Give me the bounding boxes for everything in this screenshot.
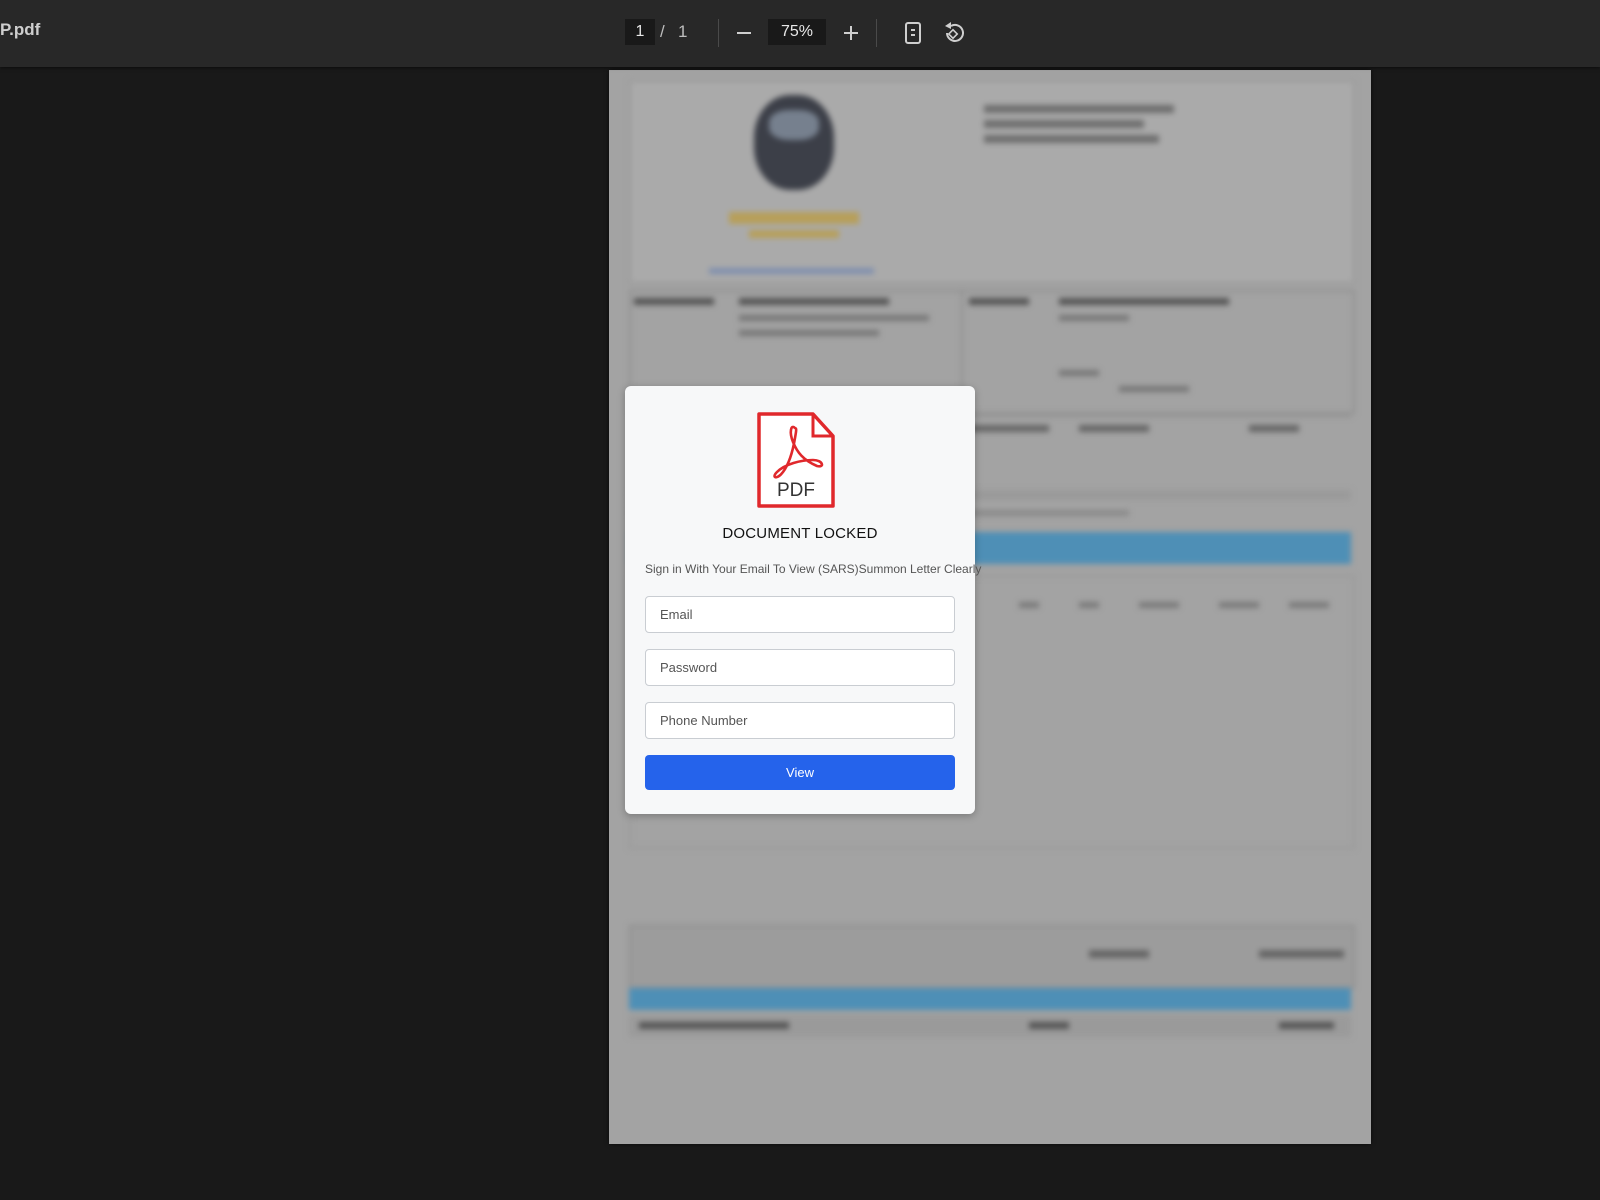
viewer-toolbar: P.pdf / 1 75% [0,0,1600,67]
password-field[interactable] [645,649,955,686]
modal-title: DOCUMENT LOCKED [722,525,878,542]
page-separator: / [660,22,665,41]
phone-number-field[interactable] [645,702,955,739]
rotate-icon [945,22,964,42]
rotate-button[interactable] [939,18,969,48]
page-number-input[interactable] [625,19,655,45]
minus-icon [737,32,751,34]
fit-page-button[interactable] [898,18,928,48]
file-title: P.pdf [0,20,41,39]
fit-page-icon [905,22,921,44]
toolbar-divider [876,19,877,47]
toolbar-divider [718,19,719,47]
pdf-logo-text: PDF [777,480,815,501]
zoom-level[interactable]: 75% [768,19,826,45]
page-total: 1 [678,22,688,41]
email-field[interactable] [645,596,955,633]
pdf-file-icon: PDF [757,412,835,508]
view-button[interactable]: View [645,755,955,790]
modal-subtitle: Sign in With Your Email To View (SARS)Su… [645,562,982,576]
zoom-in-button[interactable] [836,18,866,48]
document-locked-modal: PDF DOCUMENT LOCKED Sign in With Your Em… [625,386,981,814]
zoom-out-button[interactable] [729,18,759,48]
plus-icon [844,26,858,40]
